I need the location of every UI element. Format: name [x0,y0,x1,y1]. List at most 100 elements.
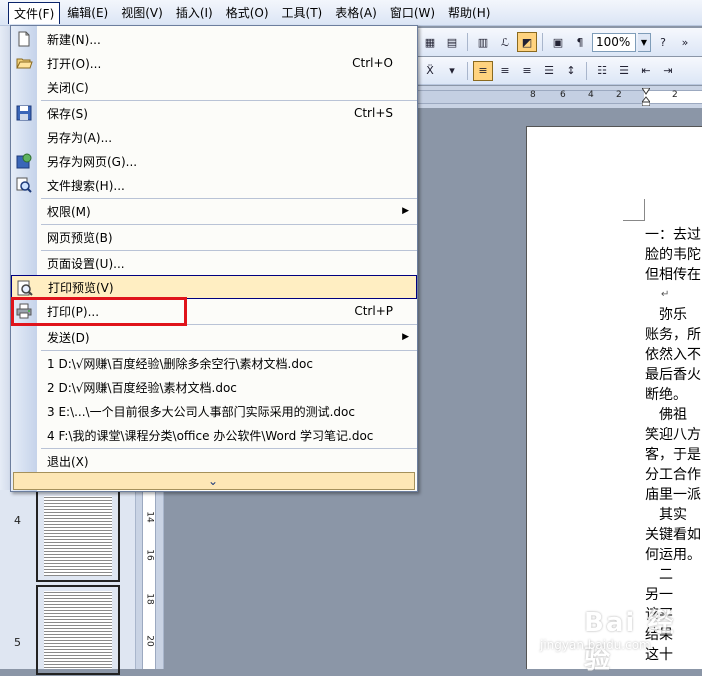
zoom-dropdown-icon[interactable]: ▼ [638,32,651,52]
thumbnail-page-number: 5 [14,636,21,649]
menu-item-save-as[interactable]: 另存为(A)... [11,125,417,149]
menu-item-print-preview[interactable]: 打印预览(V) [11,275,417,299]
watermark-url: jingyan.baidu.com [540,638,651,652]
menu-tools[interactable]: 工具(T) [276,1,329,24]
menu-item-label: 文件搜索(H)... [47,178,125,193]
submenu-arrow-icon: ▶ [402,332,409,342]
vruler-number: 20 [144,635,155,647]
increase-indent-icon[interactable]: ⇥ [658,61,678,81]
menu-item-page-setup[interactable]: 页面设置(U)... [11,251,417,275]
menu-item-label: 保存(S) [47,106,88,121]
page-thumbnail-4[interactable] [36,492,120,582]
menu-item-new[interactable]: 新建(N)... [11,27,417,51]
thumbnail-pane: 4 5 [0,490,136,675]
menu-item-shortcut: Ctrl+P [354,304,393,318]
open-folder-icon [16,58,33,69]
page-thumbnail-5[interactable] [36,585,120,675]
document-page[interactable]: 一：去过 脸的韦陀 但相传在 ↵ 弥乐 账务，所 依然入不 最后香火 断绝。 佛祖 笑迎八方 客，… [526,126,702,669]
margin-corner-mark [623,199,645,221]
insert-excel-icon[interactable]: ▤ [442,32,462,52]
document-line: 笑迎八方 [645,427,701,443]
document-line: ↵ [661,289,670,300]
menu-item-exit[interactable]: 退出(X) [11,449,417,473]
menu-item-permission[interactable]: 权限(M) ▶ [11,199,417,223]
menu-item-label: 3 E:\...\一个目前很多大公司人事部门实际采用的测试.doc [47,404,355,419]
menu-format[interactable]: 格式(O) [220,1,275,24]
align-justify-icon[interactable]: ≡ [473,60,493,81]
menu-file[interactable]: 文件(F) [8,1,61,24]
menu-item-file-search[interactable]: 文件搜索(H)... [11,173,417,197]
decrease-indent-icon[interactable]: ⇤ [636,61,656,81]
save-icon [16,105,32,121]
distributed-icon[interactable]: ☰ [539,61,559,81]
document-line: 一：去过 [645,227,701,243]
ruler-number: 4 [588,90,594,100]
menu-item-recent-1[interactable]: 1 D:\√网赚\百度经验\删除多余空行\素材文档.doc [11,351,417,375]
read-icon[interactable]: ▣ [548,32,568,52]
ruler-number: 8 [530,90,536,100]
document-line: 分工合作 [645,467,701,483]
formatting-toolbar: Ẍ ▾ ≡ ≡ ≡ ☰ ↕ ☷ ☰ ⇤ ⇥ [416,57,702,85]
menu-item-label: 打印预览(V) [48,280,114,295]
help-icon[interactable]: ? [653,32,673,52]
print-preview-icon [17,280,33,296]
menu-item-open[interactable]: 打开(O)... Ctrl+O [11,51,417,75]
document-line: 何运用。 [645,547,701,563]
document-line: 最后香火 [645,367,701,383]
document-line: 关键看如 [645,527,701,543]
new-document-icon [18,31,30,47]
horizontal-ruler[interactable]: 8 6 4 2 2 [418,86,702,108]
drawing-icon[interactable]: ℒ [495,32,515,52]
menu-item-web-preview[interactable]: 网页预览(B) [11,225,417,249]
menu-item-save[interactable]: 保存(S) Ctrl+S [11,101,417,125]
menu-item-label: 退出(X) [47,454,89,469]
character-scale-icon[interactable]: Ẍ [420,61,440,81]
vruler-number: 18 [144,593,155,605]
menu-item-label: 1 D:\√网赚\百度经验\删除多余空行\素材文档.doc [47,356,313,371]
annotation-highlight-box [11,297,187,326]
menu-item-shortcut: Ctrl+O [352,56,393,70]
menu-item-label: 发送(D) [47,330,90,345]
paw-logo-icon [546,597,581,632]
menu-item-label: 关闭(C) [47,80,89,95]
menu-insert[interactable]: 插入(I) [170,1,219,24]
dropdown-arrow-icon[interactable]: ▾ [442,61,462,81]
menu-item-save-as-web[interactable]: 另存为网页(G)... [11,149,417,173]
menu-window[interactable]: 窗口(W) [384,1,441,24]
menu-expand-button[interactable]: ⌄ [13,472,415,490]
numbering-icon[interactable]: ☷ [592,61,612,81]
menu-edit[interactable]: 编辑(E) [61,1,114,24]
document-line: 断绝。 [645,387,687,403]
toolbar-separator [542,33,543,51]
insert-table-icon[interactable]: ▦ [420,32,440,52]
indent-marker-icon[interactable] [642,88,650,106]
document-line: 脸的韦陀 [645,247,701,263]
menu-item-label: 网页预览(B) [47,230,113,245]
menu-item-recent-3[interactable]: 3 E:\...\一个目前很多大公司人事部门实际采用的测试.doc [11,399,417,423]
menu-item-recent-4[interactable]: 4 F:\我的课堂\课程分类\office 办公软件\Word 学习笔记.doc [11,423,417,447]
toolbar-options-icon[interactable]: » [675,32,695,52]
zoom-field[interactable]: 100% [592,32,636,52]
thumbnail-page-number: 4 [14,514,21,527]
menu-item-send[interactable]: 发送(D) ▶ [11,325,417,349]
align-right-icon[interactable]: ≡ [517,61,537,81]
document-line: 客，于是 [645,447,701,463]
menu-help[interactable]: 帮助(H) [442,1,496,24]
menu-table[interactable]: 表格(A) [329,1,383,24]
columns-icon[interactable]: ▥ [473,32,493,52]
document-line: 二 [645,567,673,583]
align-center-icon[interactable]: ≡ [495,61,515,81]
menu-item-recent-2[interactable]: 2 D:\√网赚\百度经验\素材文档.doc [11,375,417,399]
document-line: 其实 [645,507,687,523]
menu-view[interactable]: 视图(V) [115,1,169,24]
show-marks-icon[interactable]: ¶ [570,32,590,52]
document-line: 弥乐 [645,307,687,323]
line-spacing-icon[interactable]: ↕ [561,61,581,81]
menu-item-close[interactable]: 关闭(C) [11,75,417,99]
document-line: 账务，所 [645,327,701,343]
document-map-icon[interactable]: ◩ [517,32,537,52]
toolbar-separator [467,61,468,80]
vertical-ruler[interactable]: 14 16 18 20 [136,490,164,669]
menu-item-label: 另存为网页(G)... [47,154,138,169]
bullets-icon[interactable]: ☰ [614,61,634,81]
